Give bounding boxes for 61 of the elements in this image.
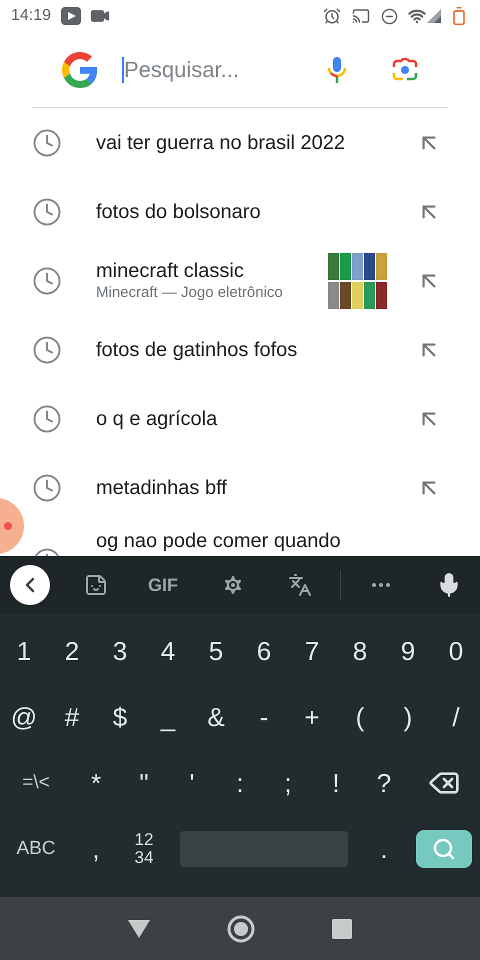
keyboard-key[interactable]: $ [96, 684, 144, 750]
translate-icon[interactable] [288, 573, 312, 597]
signal-icon [427, 9, 441, 23]
keyboard-key[interactable]: ( [336, 684, 384, 750]
keyboard-key[interactable]: / [432, 684, 480, 750]
suggestion-text[interactable]: minecraft classic [96, 258, 328, 282]
suggestion-subtitle: Minecraft — Jogo eletrônico [96, 282, 284, 302]
keyboard-key[interactable]: + [288, 684, 336, 750]
keyboard-key[interactable]: * [72, 750, 120, 816]
recording-bubble-icon[interactable] [0, 498, 24, 554]
search-key[interactable] [416, 830, 472, 868]
wifi-icon [408, 7, 426, 25]
camera-lens-icon[interactable] [392, 58, 418, 82]
keyboard-key[interactable]: ' [168, 750, 216, 816]
suggestion-text[interactable]: vai ter guerra no brasil 2022 [96, 130, 416, 154]
keyboard-key[interactable]: ABC [0, 816, 72, 882]
numpad-key[interactable]: 12 34 [120, 816, 168, 882]
suggestion-text[interactable]: fotos de gatinhos fofos [96, 338, 416, 362]
keyboard-key[interactable]: . [360, 816, 408, 882]
gif-button[interactable]: GIF [148, 572, 178, 598]
keyboard-key[interactable]: 8 [336, 618, 384, 684]
search-field[interactable]: Pesquisar... [124, 53, 328, 86]
keyboard-key[interactable]: 5 [192, 618, 240, 684]
do-not-disturb-icon [381, 8, 398, 24]
keyboard-key[interactable]: 9 [384, 618, 432, 684]
microphone-icon[interactable] [328, 56, 346, 82]
keyboard-key[interactable]: " [120, 750, 168, 816]
suggestion-text[interactable]: og nao pode comer quando [96, 529, 442, 553]
keyboard-key[interactable]: - [240, 684, 288, 750]
alarm-icon [323, 7, 341, 25]
search-icon [432, 837, 456, 861]
keyboard-key[interactable]: ! [312, 750, 360, 816]
keyboard-key[interactable]: 4 [144, 618, 192, 684]
keyboard-key[interactable]: =\< [0, 750, 72, 816]
home-nav-icon[interactable] [226, 914, 256, 944]
keyboard-key[interactable]: # [48, 684, 96, 750]
keyboard-key[interactable]: , [72, 816, 120, 882]
keyboard-key[interactable]: 7 [288, 618, 336, 684]
suggestion-text[interactable]: o q e agrícola [96, 406, 416, 430]
keyboard-key[interactable]: 0 [432, 618, 480, 684]
recents-nav-icon[interactable] [332, 918, 352, 938]
keyboard-key[interactable]: 6 [240, 618, 288, 684]
keyboard-key[interactable]: 3 [96, 618, 144, 684]
keyboard-key[interactable]: 2 [48, 618, 96, 684]
back-button[interactable] [10, 565, 50, 605]
keyboard-key[interactable]: @ [0, 684, 48, 750]
suggestion-text[interactable]: metadinhas bff [96, 476, 416, 500]
keyboard-key[interactable]: 1 [0, 618, 48, 684]
keyboard-key[interactable]: ; [264, 750, 312, 816]
sticker-icon[interactable] [84, 573, 108, 597]
google-logo-icon [62, 52, 98, 88]
keyboard-key[interactable]: _ [144, 684, 192, 750]
keyboard-key[interactable]: ) [384, 684, 432, 750]
video-app-icon [61, 7, 82, 25]
status-time: 14:19 [11, 6, 52, 26]
keyboard-key[interactable]: : [216, 750, 264, 816]
keyboard-key[interactable]: ? [360, 750, 408, 816]
back-nav-icon[interactable] [128, 920, 150, 938]
keyboard-key[interactable]: & [192, 684, 240, 750]
cast-icon [352, 7, 370, 25]
suggestion-text[interactable]: fotos do bolsonaro [96, 200, 416, 224]
